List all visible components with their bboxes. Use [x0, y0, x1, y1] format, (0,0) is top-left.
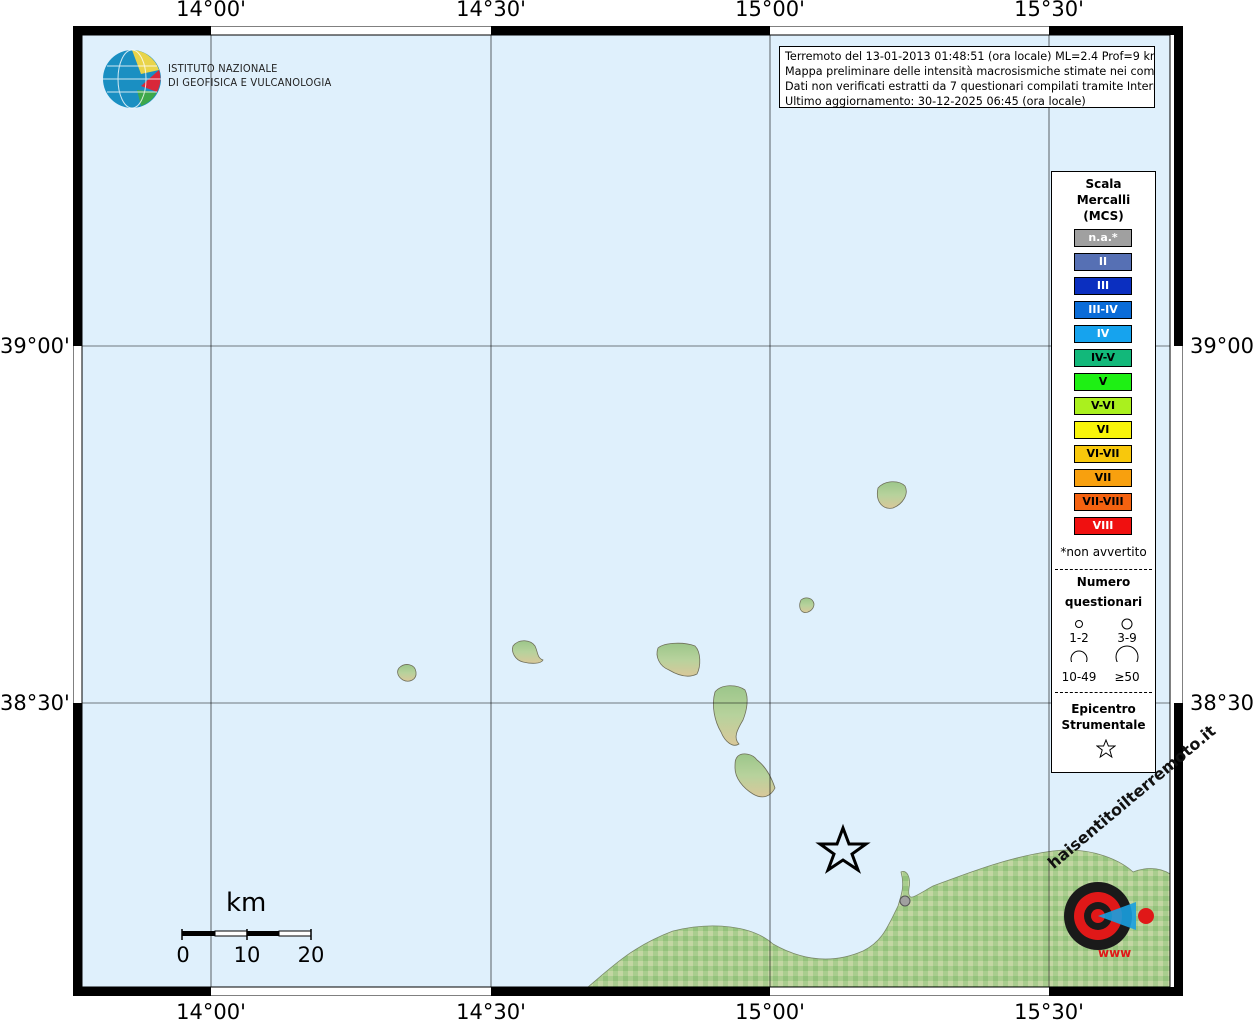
scalebar-tick-0: 0: [176, 943, 190, 967]
logo-line-1: ISTITUTO NAZIONALE: [168, 62, 278, 75]
lat-label-left-2: 38°30': [0, 691, 70, 715]
lon-label-top-2: 14°30': [456, 0, 526, 21]
sea-area: [82, 35, 1170, 987]
legend-note: *non avvertito: [1060, 545, 1147, 559]
lon-label-bottom-1: 14°00': [176, 1000, 246, 1024]
count-label-3: 10-49: [1061, 670, 1097, 684]
scalebar: [181, 929, 312, 940]
logo-line-2: DI GEOFISICA E VULCANOLOGIA: [168, 76, 332, 89]
legend-title-3: (MCS): [1083, 209, 1124, 223]
lat-label-right-1: 39°00': [1190, 334, 1256, 358]
legend-epi-title-1: Epicentro: [1071, 702, 1136, 716]
epicenter-star-icon: [1096, 739, 1116, 759]
info-line-1: Terremoto del 13-01-2013 01:48:51 (ora l…: [785, 50, 1155, 63]
legend-swatch: III: [1074, 277, 1132, 295]
legend: Scala Mercalli (MCS) n.a.* II III III-IV IV I…: [1051, 171, 1156, 773]
legend-count-title-2: questionari: [1064, 595, 1143, 609]
locality-marker: [899, 895, 911, 907]
watermark-url: www: [1098, 946, 1132, 960]
lat-label-left-1: 39°00': [0, 334, 70, 358]
lon-label-bottom-3: 15°00': [735, 1000, 805, 1024]
legend-swatch: V-VI: [1074, 397, 1132, 415]
logo-text: ISTITUTO NAZIONALE DI GEOFISICA E VULCAN…: [168, 62, 331, 90]
scalebar-tick-10: 10: [233, 943, 261, 967]
event-info-box: Terremoto del 13-01-2013 01:48:51 (ora l…: [779, 46, 1155, 108]
legend-title-1: Scala: [1085, 177, 1122, 191]
legend-swatch: II: [1074, 253, 1132, 271]
legend-swatch: VIII: [1074, 517, 1132, 535]
legend-separator-2: [1055, 692, 1152, 693]
count-label-4: ≥50: [1114, 670, 1140, 684]
lon-label-top-4: 15°30': [1014, 0, 1084, 21]
lon-label-bottom-4: 15°30': [1014, 1000, 1084, 1024]
legend-swatch: VI-VII: [1074, 445, 1132, 463]
legend-swatch: VII: [1074, 469, 1132, 487]
legend-swatch: IV: [1074, 325, 1132, 343]
info-line-2: Mappa preliminare delle intensità macros…: [785, 65, 1155, 78]
scalebar-unit: km: [226, 888, 267, 918]
legend-swatch: VI: [1074, 421, 1132, 439]
info-line-4: Ultimo aggiornamento: 30-12-2025 06:45 (…: [785, 95, 1086, 108]
legend-swatch: IV-V: [1074, 349, 1132, 367]
info-line-3: Dati non verificati estratti da 7 questi…: [785, 80, 1155, 93]
legend-epi-title-2: Strumentale: [1061, 718, 1146, 732]
legend-swatch: V: [1074, 373, 1132, 391]
legend-title-2: Mercalli: [1076, 193, 1131, 207]
legend-swatch: III-IV: [1074, 301, 1132, 319]
scalebar-tick-20: 20: [297, 943, 325, 967]
legend-count-title-1: Numero: [1076, 575, 1131, 589]
legend-swatch: VII-VIII: [1074, 493, 1132, 511]
ingv-logo-icon: [103, 49, 161, 109]
lat-label-right-2: 38°30': [1190, 691, 1256, 715]
lon-label-top-3: 15°00': [735, 0, 805, 21]
lon-label-top-1: 14°00': [176, 0, 246, 21]
lon-label-bottom-2: 14°30': [456, 1000, 526, 1024]
map-frame: [73, 26, 1183, 996]
count-label-2: 3-9: [1117, 631, 1137, 645]
count-label-1: 1-2: [1069, 631, 1089, 645]
legend-separator: [1055, 569, 1152, 570]
legend-swatch: n.a.*: [1074, 229, 1132, 247]
